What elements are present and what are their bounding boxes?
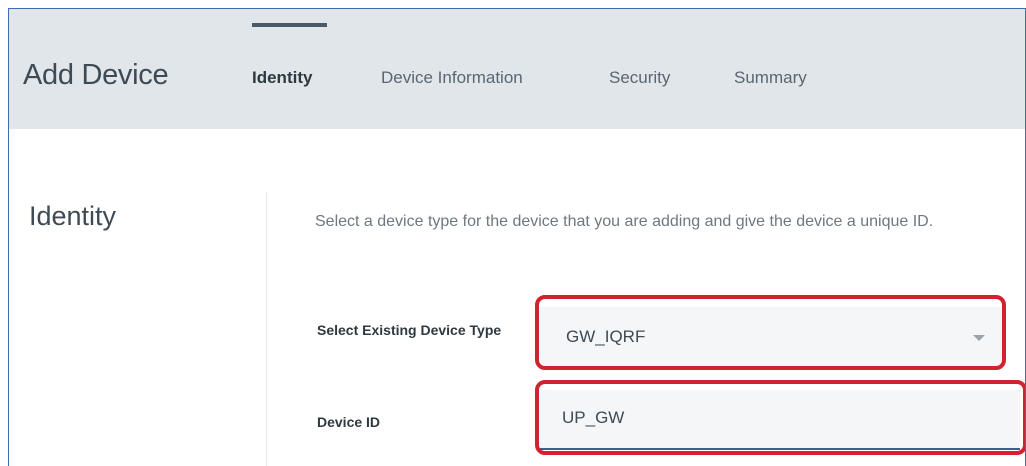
device-type-value: GW_IQRF [566,327,646,346]
chevron-down-icon [973,335,985,341]
device-id-label: Device ID [317,414,381,430]
section-description: Select a device type for the device that… [315,213,934,230]
device-type-select[interactable]: GW_IQRF [540,307,1003,367]
device-id-input[interactable]: UP_GW [540,390,1020,450]
window-frame: Add Device Identity Device Information S… [8,8,1026,466]
page-header: Add Device Identity Device Information S… [9,9,1025,129]
active-tab-indicator [252,23,327,27]
tab-identity[interactable]: Identity [252,68,312,88]
section-title: Identity [29,201,117,231]
tab-device-information[interactable]: Device Information [381,68,523,88]
page-title: Add Device [23,59,169,91]
tab-summary[interactable]: Summary [734,68,807,88]
device-type-label: Select Existing Device Type [317,322,502,338]
tab-security[interactable]: Security [609,68,670,88]
device-id-value: UP_GW [562,408,625,427]
section-divider [266,192,267,466]
